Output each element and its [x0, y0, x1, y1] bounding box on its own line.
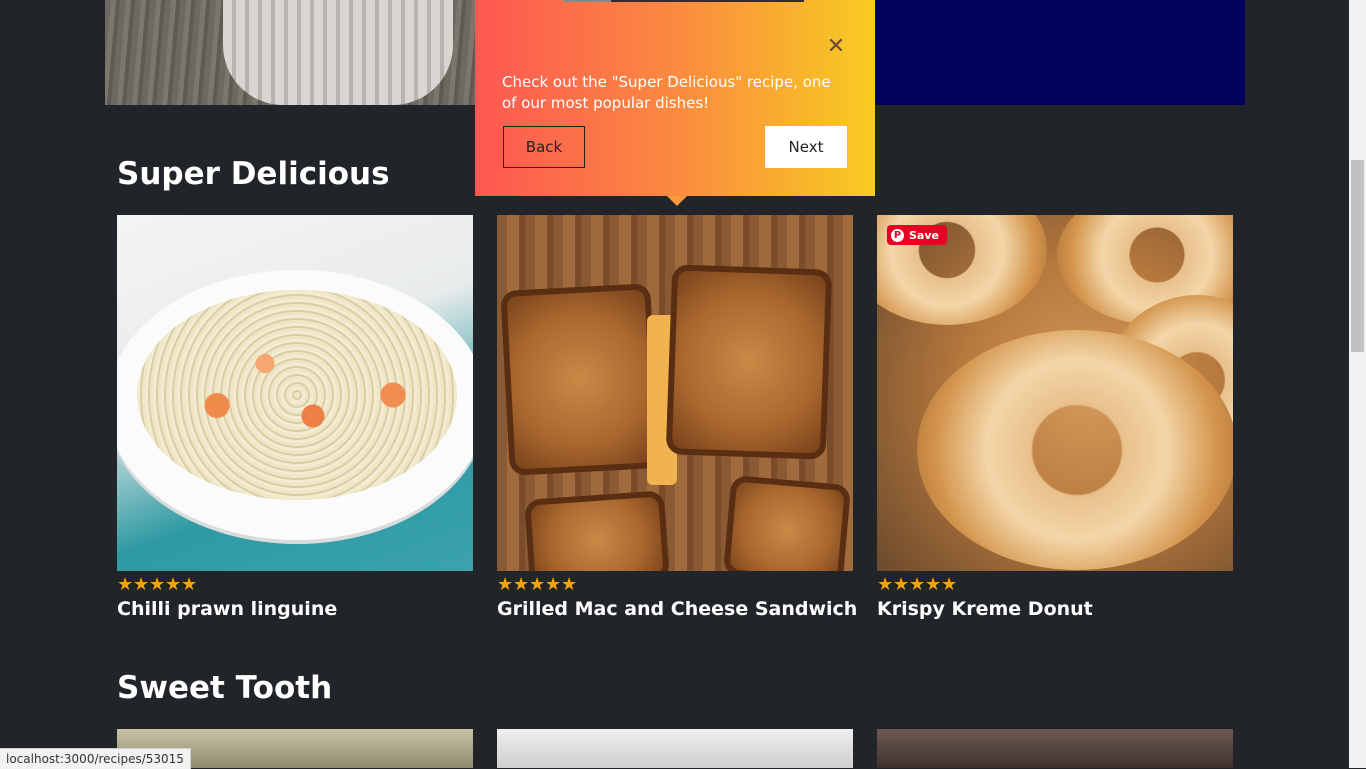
star-icon: ★: [877, 574, 894, 595]
recipe-image[interactable]: [497, 215, 853, 571]
star-icon: ★: [561, 574, 578, 595]
status-bar-url: localhost:3000/recipes/53015: [0, 748, 191, 769]
star-icon: ★: [909, 574, 926, 595]
star-icon: ★: [545, 574, 562, 595]
scrollbar-thumb[interactable]: [1351, 160, 1364, 352]
star-icon: ★: [925, 574, 942, 595]
recipe-title[interactable]: Grilled Mac and Cheese Sandwich: [497, 597, 857, 621]
bread-graphic: [500, 283, 660, 476]
star-rating: ★ ★ ★ ★ ★: [877, 576, 957, 594]
section-title-sweet-tooth: Sweet Tooth: [117, 670, 333, 706]
star-rating: ★ ★ ★ ★ ★: [117, 576, 197, 594]
tour-popover: ✕ Check out the "Super Delicious" recipe…: [475, 0, 875, 206]
star-icon: ★: [165, 574, 182, 595]
star-icon: ★: [513, 574, 530, 595]
star-icon: ★: [149, 574, 166, 595]
scrollbar[interactable]: [1349, 0, 1366, 768]
pinterest-icon: P: [891, 228, 904, 242]
section-title-super-delicious: Super Delicious: [117, 156, 390, 192]
star-icon: ★: [497, 574, 514, 595]
close-icon[interactable]: ✕: [826, 36, 846, 58]
recipe-image[interactable]: [497, 729, 853, 768]
star-icon: ★: [133, 574, 150, 595]
recipe-card-grilled-mac-and-cheese[interactable]: ★ ★ ★ ★ ★ Grilled Mac and Cheese Sandwic…: [497, 215, 857, 620]
bread-graphic: [722, 474, 852, 571]
next-button[interactable]: Next: [765, 126, 847, 168]
recipe-image[interactable]: [877, 729, 1233, 768]
bread-graphic: [665, 264, 833, 460]
star-icon: ★: [181, 574, 198, 595]
donut-graphic: [917, 330, 1233, 570]
bread-graphic: [524, 490, 670, 571]
star-icon: ★: [529, 574, 546, 595]
save-label: Save: [909, 228, 939, 242]
tour-progress-fill: [563, 0, 612, 2]
recipe-title[interactable]: Krispy Kreme Donut: [877, 597, 1093, 621]
recipe-card-chilli-prawn-linguine[interactable]: ★ ★ ★ ★ ★ Chilli prawn linguine: [117, 215, 473, 620]
recipe-image[interactable]: P Save: [877, 215, 1233, 571]
star-icon: ★: [117, 574, 134, 595]
banner-bowl-graphic: [223, 0, 453, 105]
back-button[interactable]: Back: [503, 126, 585, 168]
tour-message: Check out the "Super Delicious" recipe, …: [502, 73, 831, 112]
tour-progress-bar: [563, 0, 804, 2]
banner-image-right[interactable]: [875, 0, 1245, 105]
star-rating: ★ ★ ★ ★ ★: [497, 576, 577, 594]
recipe-image[interactable]: [117, 215, 473, 571]
pasta-graphic: [137, 290, 457, 500]
pinterest-save-button[interactable]: P Save: [887, 225, 947, 245]
banner-image-left[interactable]: [105, 0, 475, 105]
star-icon: ★: [893, 574, 910, 595]
recipe-card-krispy-kreme-donut[interactable]: P Save ★ ★ ★ ★ ★ Krispy Kreme Donut: [877, 215, 1233, 620]
star-icon: ★: [941, 574, 958, 595]
recipe-title[interactable]: Chilli prawn linguine: [117, 597, 337, 621]
